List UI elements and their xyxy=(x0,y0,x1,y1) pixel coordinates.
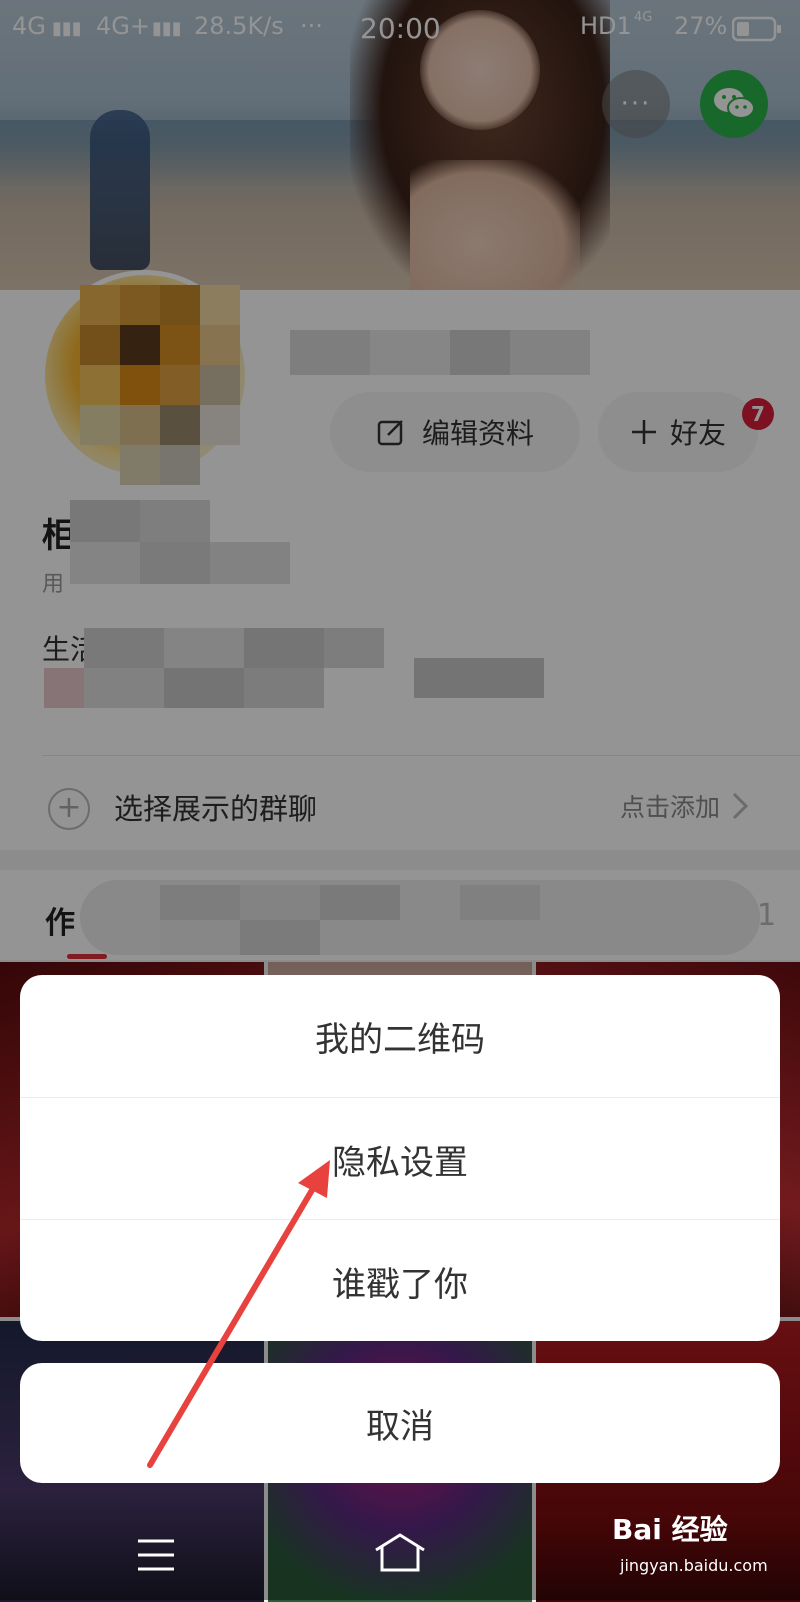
my-qr-code-option[interactable]: 我的二维码 xyxy=(20,975,780,1097)
home-icon[interactable] xyxy=(372,1530,428,1574)
modal-backdrop[interactable] xyxy=(0,0,800,1600)
watermark-logo: Bai 经验 xyxy=(612,1513,728,1546)
menu-icon[interactable] xyxy=(136,1538,176,1572)
privacy-settings-option[interactable]: 隐私设置 xyxy=(20,1098,780,1220)
who-poked-you-option[interactable]: 谁戳了你 xyxy=(20,1220,780,1341)
watermark-url: jingyan.baidu.com xyxy=(620,1556,768,1575)
cancel-button[interactable]: 取消 xyxy=(20,1363,780,1483)
action-sheet: 我的二维码 隐私设置 谁戳了你 xyxy=(20,975,780,1341)
